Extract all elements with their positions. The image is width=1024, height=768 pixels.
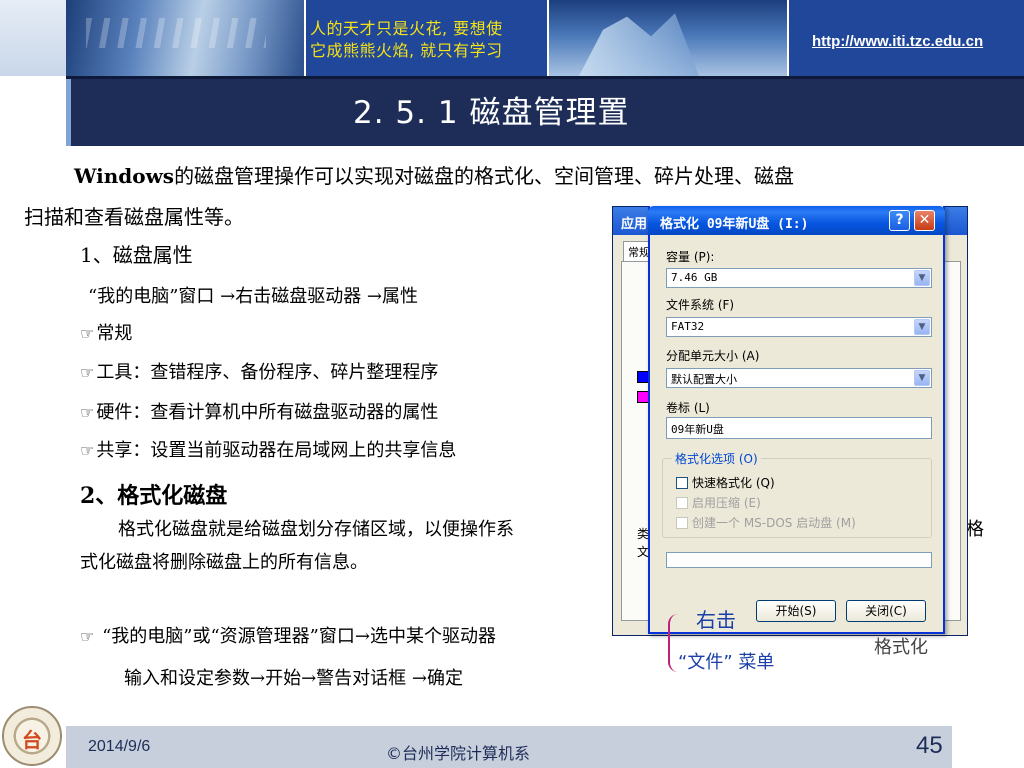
college-logo bbox=[2, 706, 62, 766]
bullet-text: 硬件：查看计算机中所有磁盘驱动器的属性 bbox=[96, 402, 439, 423]
help-button[interactable]: ? bbox=[889, 210, 910, 231]
title-accent bbox=[66, 79, 71, 146]
quick-format-checkbox[interactable]: 快速格式化 (Q) bbox=[676, 474, 775, 491]
enable-compression-checkbox: 启用压缩 (E) bbox=[676, 494, 761, 511]
capacity-value: 7.46 GB bbox=[671, 271, 718, 284]
checkbox-label: 快速格式化 (Q) bbox=[692, 476, 775, 490]
checkbox-label: 创建一个 MS-DOS 启动盘 (M) bbox=[692, 516, 856, 530]
format-progress-bar bbox=[666, 552, 932, 568]
create-dos-startup-checkbox: 创建一个 MS-DOS 启动盘 (M) bbox=[676, 514, 856, 531]
close-button[interactable]: 关闭(C) bbox=[846, 600, 926, 622]
slide-title: 2. 5. 1 磁盘管理置 bbox=[353, 95, 630, 131]
section1-heading: 1、磁盘属性 bbox=[80, 243, 193, 267]
allocation-size-value: 默认配置大小 bbox=[671, 373, 737, 386]
filesystem-select[interactable]: FAT32 ▼ bbox=[666, 317, 932, 337]
intro-line-2: 扫描和查看磁盘属性等。 bbox=[24, 205, 244, 229]
pointing-hand-icon: ☞ bbox=[80, 363, 95, 382]
annotation-file-menu: “文件” 菜单 bbox=[678, 652, 775, 673]
chevron-down-icon[interactable]: ▼ bbox=[914, 319, 930, 335]
bullet-item: ☞ 硬件：查看计算机中所有磁盘驱动器的属性 bbox=[80, 398, 438, 424]
intro-bold: Windows bbox=[74, 164, 175, 188]
bullet-item: ☞ 工具：查错程序、备份程序、碎片整理程序 bbox=[80, 358, 438, 384]
header-left-stripe bbox=[0, 0, 66, 76]
format-dialog: 格式化 09年新U盘 (I:) ? ✕ 容量 (P): 7.46 GB ▼ 文件… bbox=[648, 206, 945, 634]
bullet-text: 工具：查错程序、备份程序、碎片整理程序 bbox=[96, 362, 439, 383]
pointing-hand-icon: ☞ bbox=[80, 627, 95, 646]
allocation-size-label: 分配单元大小 (A) bbox=[666, 349, 760, 363]
format-options-title: 格式化选项 (O) bbox=[672, 450, 761, 467]
motto-line-2: 它成熊熊火焰, 就只有学习 bbox=[310, 41, 503, 60]
bullet-text: 共享：设置当前驱动器在局域网上的共享信息 bbox=[96, 440, 457, 461]
checkbox-box[interactable] bbox=[676, 477, 688, 489]
header-keyboard-image bbox=[66, 0, 304, 76]
annotation-right-click: 右击 bbox=[696, 608, 736, 632]
intro-rest: 的磁盘管理操作可以实现对磁盘的格式化、空间管理、碎片处理、磁盘 bbox=[174, 164, 795, 188]
header-band: 人的天才只是火花, 要想使 它成熊熊火焰, 就只有学习 http://www.i… bbox=[0, 0, 1024, 76]
filesystem-value: FAT32 bbox=[671, 320, 705, 333]
volume-label-label: 卷标 (L) bbox=[666, 401, 710, 415]
allocation-size-select[interactable]: 默认配置大小 ▼ bbox=[666, 368, 932, 388]
intro-line-1: Windows的磁盘管理操作可以实现对磁盘的格式化、空间管理、碎片处理、磁盘 bbox=[74, 160, 794, 189]
operation-line-1: ☞ “我的电脑”或“资源管理器”窗口→选中某个驱动器 bbox=[80, 622, 496, 648]
checkbox-box bbox=[676, 517, 688, 529]
pointing-hand-icon: ☞ bbox=[80, 403, 95, 422]
header-motto: 人的天才只是火花, 要想使 它成熊熊火焰, 就只有学习 bbox=[306, 0, 547, 76]
chevron-down-icon[interactable]: ▼ bbox=[914, 270, 930, 286]
chevron-down-icon[interactable]: ▼ bbox=[914, 370, 930, 386]
capacity-select[interactable]: 7.46 GB ▼ bbox=[666, 268, 932, 288]
header-url-link[interactable]: http://www.iti.tzc.edu.cn bbox=[812, 33, 983, 50]
start-button[interactable]: 开始(S) bbox=[756, 600, 836, 622]
section2-text-line2: 式化磁盘将删除磁盘上的所有信息。 bbox=[80, 552, 368, 573]
bullet-item: ☞ 常规 bbox=[80, 319, 132, 345]
format-dialog-titlebar[interactable]: 格式化 09年新U盘 (I:) ? ✕ bbox=[648, 206, 945, 235]
section2-text: 格式化磁盘就是给磁盘划分存储区域，以便操作系 bbox=[118, 519, 514, 540]
format-dialog-title: 格式化 09年新U盘 (I:) bbox=[660, 217, 809, 232]
operation-line-1-tail: 格式化 bbox=[874, 637, 928, 658]
pointing-hand-icon: ☞ bbox=[80, 324, 95, 343]
pointing-hand-icon: ☞ bbox=[80, 441, 95, 460]
operation-line-2: 输入和设定参数→开始→警告对话框 →确定 bbox=[124, 668, 463, 689]
section2-heading: 2、格式化磁盘 bbox=[80, 483, 228, 509]
close-icon[interactable]: ✕ bbox=[914, 210, 935, 231]
volume-label-input[interactable]: 09年新U盘 bbox=[666, 417, 932, 439]
bullet-text: 常规 bbox=[96, 323, 133, 344]
checkbox-box bbox=[676, 497, 688, 509]
checkbox-label: 启用压缩 (E) bbox=[692, 496, 761, 510]
page-number: 45 bbox=[916, 732, 943, 759]
header-building-image bbox=[549, 0, 787, 76]
bullet-item: ☞ 共享：设置当前驱动器在局域网上的共享信息 bbox=[80, 436, 456, 462]
capacity-label: 容量 (P): bbox=[666, 250, 715, 264]
section1-path: “我的电脑”窗口 →右击磁盘驱动器 →属性 bbox=[88, 286, 419, 307]
filesystem-label: 文件系统 (F) bbox=[666, 298, 735, 312]
footer-date: 2014/9/6 bbox=[88, 738, 151, 755]
footer-org: ©台州学院计算机系 bbox=[386, 744, 531, 763]
motto-line-1: 人的天才只是火花, 要想使 bbox=[310, 19, 503, 38]
operation-text-1: “我的电脑”或“资源管理器”窗口→选中某个驱动器 bbox=[102, 626, 496, 647]
section2-text-end: 格 bbox=[966, 519, 984, 540]
